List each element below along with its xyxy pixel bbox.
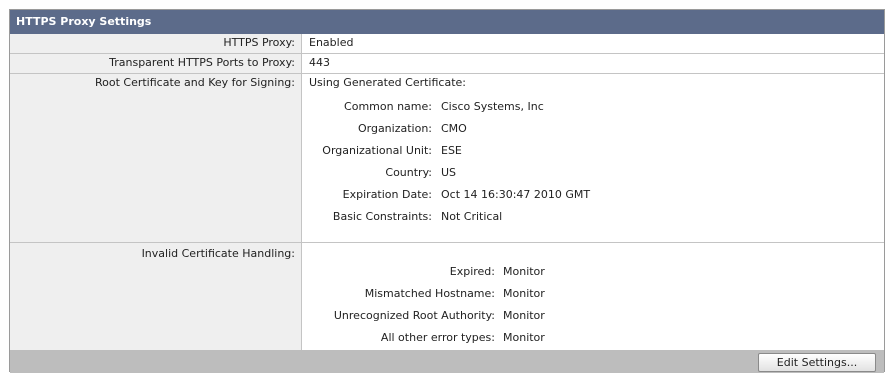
invalid-cert-detail-value: Monitor bbox=[503, 287, 545, 300]
invalid-cert-handling-row: Invalid Certificate Handling: Expired: M… bbox=[10, 243, 884, 350]
invalid-cert-detail-value: Monitor bbox=[503, 265, 545, 278]
transparent-ports-row: Transparent HTTPS Ports to Proxy: 443 bbox=[10, 54, 884, 74]
cert-detail-key: Country: bbox=[385, 166, 432, 179]
cert-detail-value: Not Critical bbox=[441, 210, 503, 223]
cert-detail-value: Oct 14 16:30:47 2010 GMT bbox=[441, 188, 591, 201]
cert-detail-key: Common name: bbox=[344, 100, 432, 113]
cert-detail-value: ESE bbox=[441, 144, 462, 157]
transparent-ports-label: Transparent HTTPS Ports to Proxy: bbox=[10, 54, 302, 73]
cert-detail-key: Organizational Unit: bbox=[322, 144, 432, 157]
invalid-cert-detail-key: Mismatched Hostname: bbox=[364, 287, 495, 300]
https-proxy-row: HTTPS Proxy: Enabled bbox=[10, 34, 884, 54]
edit-settings-button[interactable]: Edit Settings... bbox=[758, 353, 876, 372]
transparent-ports-value: 443 bbox=[309, 56, 330, 69]
https-proxy-value: Enabled bbox=[309, 36, 354, 49]
https-proxy-settings-panel: HTTPS Proxy Settings HTTPS Proxy: Enable… bbox=[9, 9, 885, 373]
cert-detail-value: Cisco Systems, Inc bbox=[441, 100, 544, 113]
root-certificate-value: Using Generated Certificate: bbox=[309, 76, 466, 89]
cert-detail-key: Organization: bbox=[357, 122, 432, 135]
panel-title: HTTPS Proxy Settings bbox=[10, 10, 884, 34]
https-proxy-label: HTTPS Proxy: bbox=[10, 34, 302, 53]
invalid-cert-detail-key: Unrecognized Root Authority: bbox=[333, 309, 495, 322]
invalid-cert-detail-value: Monitor bbox=[503, 331, 545, 344]
cert-detail-value: US bbox=[441, 166, 457, 179]
cert-detail-value: CMO bbox=[441, 122, 467, 135]
cert-detail-key: Expiration Date: bbox=[342, 188, 432, 201]
cert-detail-key: Basic Constraints: bbox=[332, 210, 432, 223]
panel-footer: Edit Settings... bbox=[10, 350, 884, 373]
invalid-cert-detail-key: All other error types: bbox=[380, 331, 495, 344]
root-certificate-label: Root Certificate and Key for Signing: bbox=[10, 74, 302, 242]
invalid-cert-detail-value: Monitor bbox=[503, 309, 545, 322]
invalid-cert-detail-key: Expired: bbox=[449, 265, 495, 278]
root-certificate-row: Root Certificate and Key for Signing: Us… bbox=[10, 74, 884, 243]
invalid-cert-handling-label: Invalid Certificate Handling: bbox=[10, 243, 302, 350]
